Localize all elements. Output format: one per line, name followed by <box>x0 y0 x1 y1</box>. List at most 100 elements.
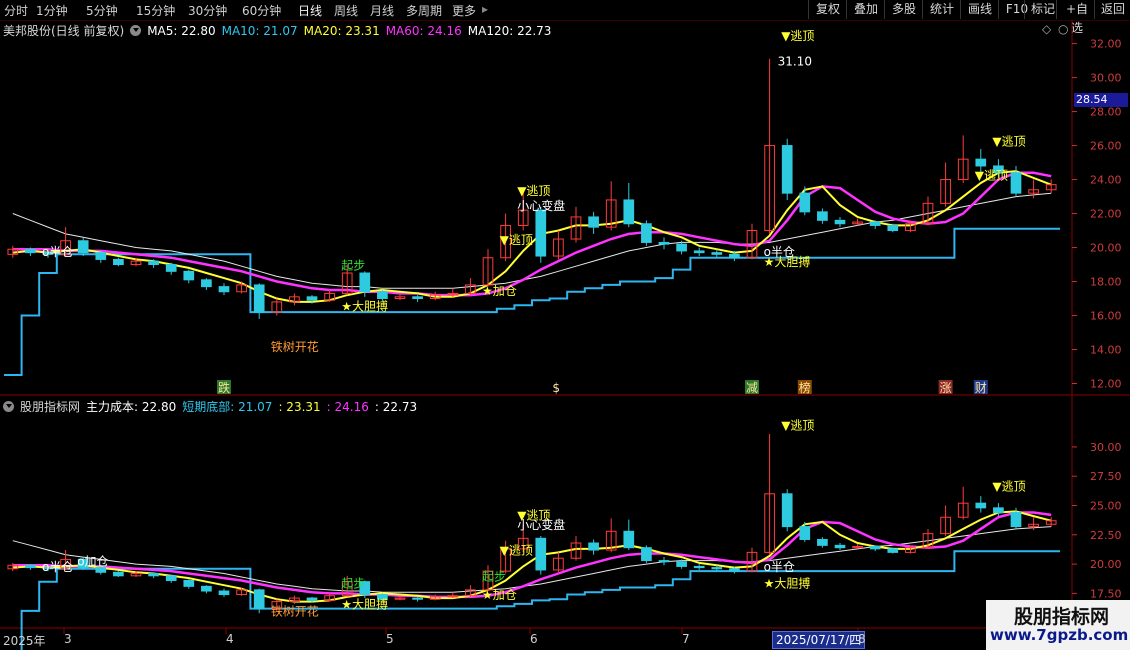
candle-body <box>641 223 652 243</box>
signal-label: o半仓 <box>42 245 73 259</box>
indicator-value-4: : 24.16 <box>326 400 369 414</box>
signal-label: ▼逃顶 <box>781 29 814 43</box>
candle-body <box>658 241 670 245</box>
indicator-menu-icon[interactable] <box>130 25 142 36</box>
price-tick-label: 32.00 <box>1090 38 1122 51</box>
candle-body <box>676 561 687 567</box>
indicator-panel-header: 股朋指标网 主力成本: 22.80 短期底部: 21.07: 23.31: 24.1… <box>3 398 423 414</box>
watermark-url: www.7gpzb.com <box>990 626 1129 644</box>
axis-month-8: 8 <box>858 632 866 646</box>
signal-label: 铁树开花 <box>271 339 319 354</box>
price-tick-label: 20.00 <box>1090 558 1122 571</box>
candle-body <box>781 145 793 194</box>
price-axis: 12.00 14.00 16.00 18.00 20.00 22.00 24.00 26.00… <box>1072 38 1122 600</box>
event-marker: 涨 <box>940 380 952 395</box>
ma10-readout: MA10: 21.07 <box>221 24 298 38</box>
candle-body <box>693 565 705 569</box>
price-tick-label: 24.00 <box>1090 174 1122 187</box>
candle-body <box>588 542 599 551</box>
axis-month-5: 5 <box>386 632 394 646</box>
support-line <box>4 227 1060 376</box>
kline-chart[interactable]: ▼逃顶▼逃顶小心变盘▼逃顶▼逃顶▼逃顶起步★大胆搏★加仓★大胆搏o半仓铁树开花o… <box>0 0 1130 650</box>
event-marker: $ <box>552 381 560 395</box>
candle-body <box>306 597 318 601</box>
event-marker: 跌 <box>218 380 230 395</box>
candle-body <box>711 567 723 570</box>
circle-icon[interactable]: ○ <box>1058 22 1068 36</box>
candle-body <box>95 252 107 260</box>
stock-title: 美邦股份(日线 前复权) <box>3 24 125 38</box>
candle-body <box>693 250 705 254</box>
candle-body <box>975 158 987 167</box>
candle-body <box>729 253 740 259</box>
short-bottom-readout: 短期底部: 21.07 <box>182 400 273 414</box>
candle-body <box>412 296 423 300</box>
signal-label: o半仓 <box>764 245 795 259</box>
main-cost-readout: 主力成本: 22.80 <box>86 400 177 414</box>
candle-body <box>148 260 159 266</box>
signal-label: 起步 <box>482 569 506 583</box>
diamond-icon[interactable]: ◇ <box>1042 22 1051 36</box>
candle-body <box>113 258 124 266</box>
signal-label: ★加仓 <box>482 284 517 298</box>
candle-body <box>148 572 159 577</box>
axis-month-4: 4 <box>226 632 234 646</box>
price-tick-label: 17.50 <box>1090 587 1122 600</box>
candle-body <box>729 568 740 572</box>
price-tick-label: 20.00 <box>1090 242 1122 255</box>
signal-label: ★大胆搏 <box>764 577 811 591</box>
price-tick-label: 30.00 <box>1090 441 1122 454</box>
candle-body <box>201 585 212 592</box>
signal-label: ▼逃顶 <box>992 479 1025 493</box>
candle-body <box>377 291 388 300</box>
candle-body <box>183 579 195 587</box>
indicator-menu-icon[interactable] <box>3 401 14 412</box>
price-tick-label: 27.50 <box>1090 470 1122 483</box>
axis-month-6: 6 <box>530 632 538 646</box>
signal-label: ▼逃顶 <box>500 544 533 558</box>
signal-label: o加仓 <box>77 554 108 568</box>
signal-label: ▼逃顶 <box>500 233 533 247</box>
signal-label: ▼逃顶 <box>992 135 1025 149</box>
candle-body <box>165 264 177 272</box>
candle-body <box>781 493 793 528</box>
axis-year: 2025年 <box>3 634 46 648</box>
candle-body <box>834 544 846 549</box>
signal-label: 小心变盘 <box>517 198 565 213</box>
candle-body <box>623 199 635 225</box>
axis-month-7: 7 <box>682 632 690 646</box>
candle-body <box>1010 172 1022 194</box>
price-tick-label: 18.00 <box>1090 276 1122 289</box>
candle-body <box>535 537 547 571</box>
price-tick-label: 12.00 <box>1090 378 1122 391</box>
signal-label: ▼逃顶 <box>517 184 550 198</box>
candle-body <box>658 560 670 563</box>
ma5-readout: MA5: 22.80 <box>147 24 216 38</box>
price-tick-label: 22.50 <box>1090 529 1122 542</box>
candle-body <box>834 219 846 225</box>
candle-body <box>676 243 687 252</box>
candle-body <box>165 575 177 581</box>
signal-label: ★加仓 <box>482 588 517 602</box>
signal-label: 起步 <box>341 577 365 591</box>
signal-label: 小心变盘 <box>517 517 565 532</box>
candle-body <box>25 248 36 254</box>
main-panel-header: 美邦股份(日线 前复权) MA5: 22.80 MA10: 21.07 MA20: 2… <box>3 22 557 38</box>
event-marker: 减 <box>746 381 758 395</box>
axis-month-3: 3 <box>64 632 72 646</box>
price-tick-label: 26.00 <box>1090 140 1122 153</box>
candle-body <box>641 547 652 562</box>
signal-label: 铁树开花 <box>271 604 319 619</box>
candle-body <box>306 296 318 301</box>
candle-body <box>113 571 124 577</box>
indicator-panel: ▼逃顶▼逃顶小心变盘▼逃顶▼逃顶起步起步★大胆搏★加仓★大胆搏o半仓铁树开花o半… <box>7 418 1060 650</box>
candle-body <box>799 192 811 213</box>
signal-label: 起步 <box>341 259 365 273</box>
candle-body <box>1010 512 1022 528</box>
candle-body <box>77 240 89 254</box>
candle-body <box>218 590 230 596</box>
price-tick-label: 14.00 <box>1090 344 1122 357</box>
signal-label: o半仓 <box>42 560 73 574</box>
indicator-value-3: : 23.31 <box>278 400 321 414</box>
price-tick-label: 16.00 <box>1090 310 1122 323</box>
